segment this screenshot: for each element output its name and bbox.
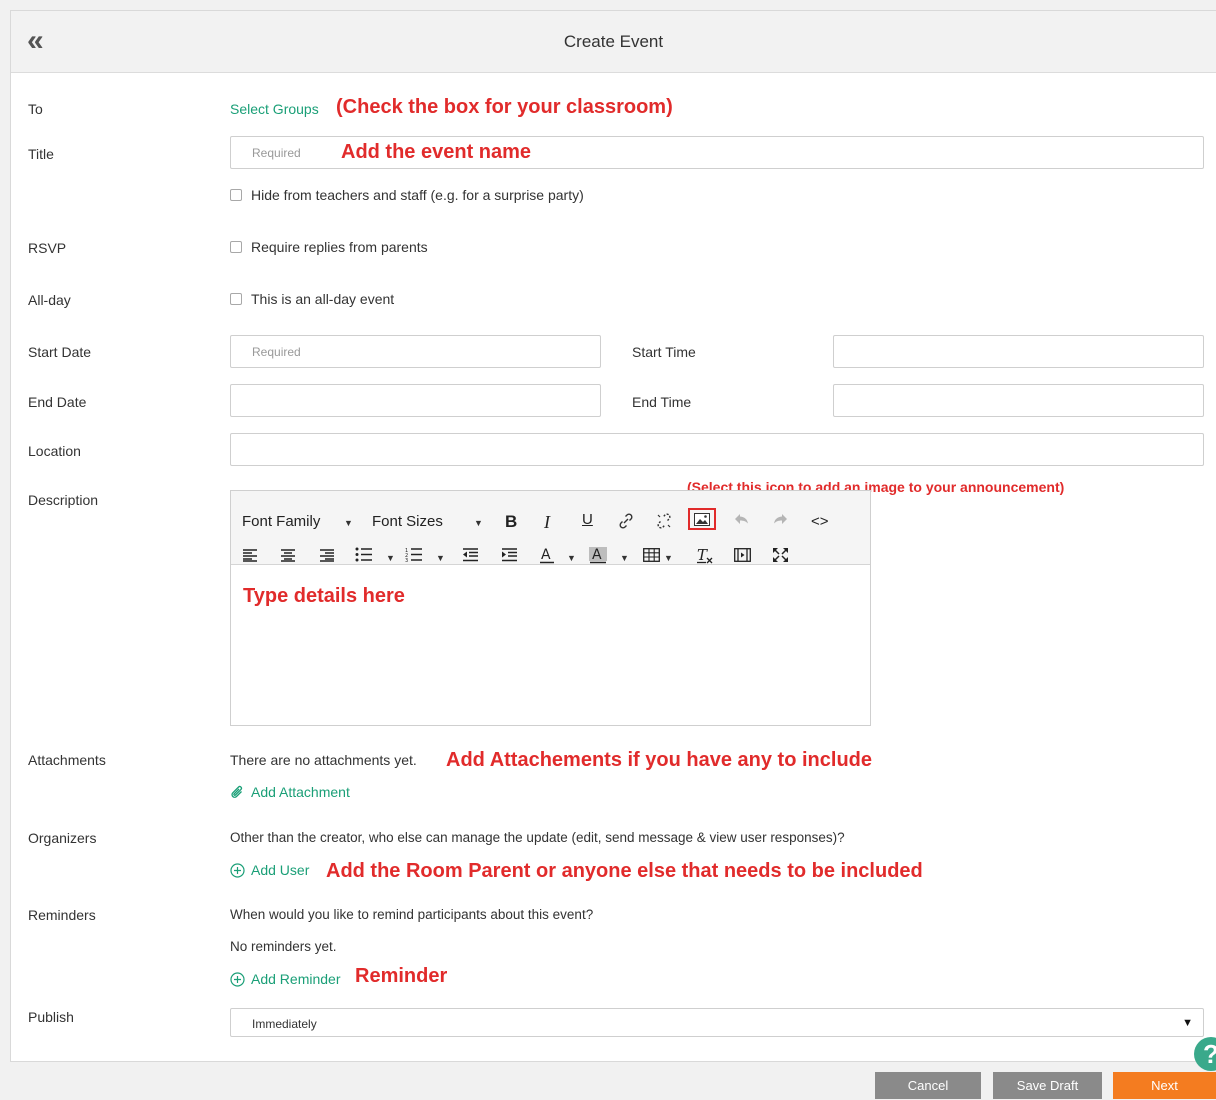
organizers-annotation: Add the Room Parent or anyone else that …: [326, 860, 923, 882]
hide-from-staff-text: Hide from teachers and staff (e.g. for a…: [251, 187, 584, 203]
unlink-icon[interactable]: [655, 512, 673, 530]
location-label: Location: [28, 443, 81, 459]
attachments-empty-text: There are no attachments yet.: [230, 752, 417, 768]
add-reminder-link[interactable]: Add Reminder: [230, 971, 341, 987]
reminders-question: When would you like to remind participan…: [230, 907, 594, 922]
paperclip-icon: [230, 785, 245, 800]
attachments-annotation: Add Attachements if you have any to incl…: [446, 749, 872, 771]
end-time-input[interactable]: [833, 384, 1204, 417]
publish-select[interactable]: Immediately ▼: [230, 1008, 1204, 1037]
align-center-icon[interactable]: [280, 548, 296, 562]
select-groups-link[interactable]: Select Groups: [230, 101, 319, 117]
title-annotation: Add the event name: [341, 141, 532, 163]
redo-icon[interactable]: [772, 512, 788, 526]
background-color-caret-icon[interactable]: ▼: [620, 553, 629, 563]
add-attachment-label: Add Attachment: [251, 784, 350, 800]
cancel-button[interactable]: Cancel: [875, 1072, 981, 1099]
numbered-list-caret-icon[interactable]: ▼: [436, 553, 445, 563]
location-input[interactable]: [230, 433, 1204, 466]
link-icon[interactable]: [617, 512, 635, 530]
bullet-list-caret-icon[interactable]: ▼: [386, 553, 395, 563]
rsvp-row: Require replies from parents: [230, 239, 428, 255]
description-editor: Font Family ▼ Font Sizes ▼ B I U <> ▼ 1 …: [230, 490, 871, 726]
rsvp-label: RSVP: [28, 240, 67, 256]
editor-content-area[interactable]: Type details here: [243, 585, 405, 608]
font-sizes-select[interactable]: Font Sizes: [372, 513, 443, 531]
media-icon[interactable]: [734, 548, 751, 562]
reminders-empty-text: No reminders yet.: [230, 939, 337, 954]
svg-text:A: A: [592, 547, 602, 563]
font-family-select[interactable]: Font Family: [242, 513, 320, 531]
chevron-down-icon: ▼: [1182, 1017, 1193, 1029]
allday-text: This is an all-day event: [251, 291, 395, 307]
align-right-icon[interactable]: [319, 548, 335, 562]
svg-text:T: T: [697, 547, 708, 564]
add-reminder-circle-icon: [230, 971, 245, 987]
svg-text:A: A: [541, 547, 551, 563]
start-date-label: Start Date: [28, 344, 92, 360]
svg-text:3: 3: [405, 558, 408, 562]
rsvp-checkbox[interactable]: [230, 241, 242, 253]
outdent-icon[interactable]: [462, 548, 479, 562]
organizers-label: Organizers: [28, 830, 97, 846]
start-time-input[interactable]: [833, 335, 1204, 368]
organizers-question: Other than the creator, who else can man…: [230, 830, 845, 845]
to-annotation: (Check the box for your classroom): [336, 96, 673, 118]
reminders-annotation: Reminder: [355, 965, 448, 987]
add-circle-icon: [230, 862, 245, 878]
description-label: Description: [28, 492, 99, 508]
end-date-label: End Date: [28, 394, 87, 410]
editor-body-annotation: Type details here: [243, 585, 405, 607]
publish-selected-value: Immediately: [252, 1017, 317, 1031]
help-icon[interactable]: ?: [1194, 1037, 1216, 1071]
hide-from-staff-row: Hide from teachers and staff (e.g. for a…: [230, 187, 584, 203]
table-icon[interactable]: [643, 548, 660, 562]
italic-button[interactable]: I: [544, 513, 550, 531]
title-placeholder: Required: [252, 146, 301, 160]
next-button[interactable]: Next: [1113, 1072, 1216, 1099]
attachments-label: Attachments: [28, 752, 106, 768]
rsvp-text: Require replies from parents: [251, 239, 428, 255]
allday-row: This is an all-day event: [230, 291, 394, 307]
create-event-card: « Create Event To Select Groups (Check t…: [10, 10, 1216, 1062]
text-color-caret-icon[interactable]: ▼: [567, 553, 576, 563]
end-time-label: End Time: [632, 394, 692, 410]
bold-button[interactable]: B: [505, 513, 517, 531]
background-color-icon[interactable]: A: [589, 547, 607, 564]
add-user-link[interactable]: Add User: [230, 862, 309, 878]
allday-label: All-day: [28, 292, 71, 308]
add-attachment-link[interactable]: Add Attachment: [230, 784, 350, 800]
table-caret-icon[interactable]: ▼: [664, 553, 673, 563]
fullscreen-icon[interactable]: [772, 547, 789, 563]
font-sizes-caret-icon[interactable]: ▼: [474, 518, 483, 528]
add-reminder-label: Add Reminder: [251, 971, 341, 987]
add-user-label: Add User: [251, 862, 310, 878]
align-left-icon[interactable]: [242, 548, 258, 562]
page-title: Create Event: [563, 32, 664, 51]
reminders-label: Reminders: [28, 907, 96, 923]
numbered-list-icon[interactable]: 123: [405, 547, 423, 562]
editor-toolbar: Font Family ▼ Font Sizes ▼ B I U <> ▼ 1 …: [231, 491, 870, 565]
to-label: To: [28, 101, 43, 117]
end-date-input[interactable]: [230, 384, 601, 417]
start-date-placeholder: Required: [252, 345, 301, 359]
source-code-button[interactable]: <>: [811, 513, 829, 531]
hide-from-staff-checkbox[interactable]: [230, 189, 242, 201]
image-icon-highlight: [688, 508, 716, 530]
save-draft-button[interactable]: Save Draft: [993, 1072, 1102, 1099]
font-family-caret-icon[interactable]: ▼: [344, 518, 353, 528]
underline-button[interactable]: U: [582, 511, 593, 529]
text-color-icon[interactable]: A: [539, 547, 555, 564]
undo-icon[interactable]: [734, 512, 750, 526]
start-date-input[interactable]: Required: [230, 335, 601, 368]
allday-checkbox[interactable]: [230, 293, 242, 305]
start-time-label: Start Time: [632, 344, 696, 360]
clear-formatting-icon[interactable]: T: [696, 547, 714, 564]
header-bar: « Create Event: [11, 11, 1216, 73]
publish-label: Publish: [28, 1009, 74, 1025]
title-label: Title: [28, 146, 54, 162]
bullet-list-icon[interactable]: [355, 547, 373, 562]
indent-icon[interactable]: [501, 548, 518, 562]
